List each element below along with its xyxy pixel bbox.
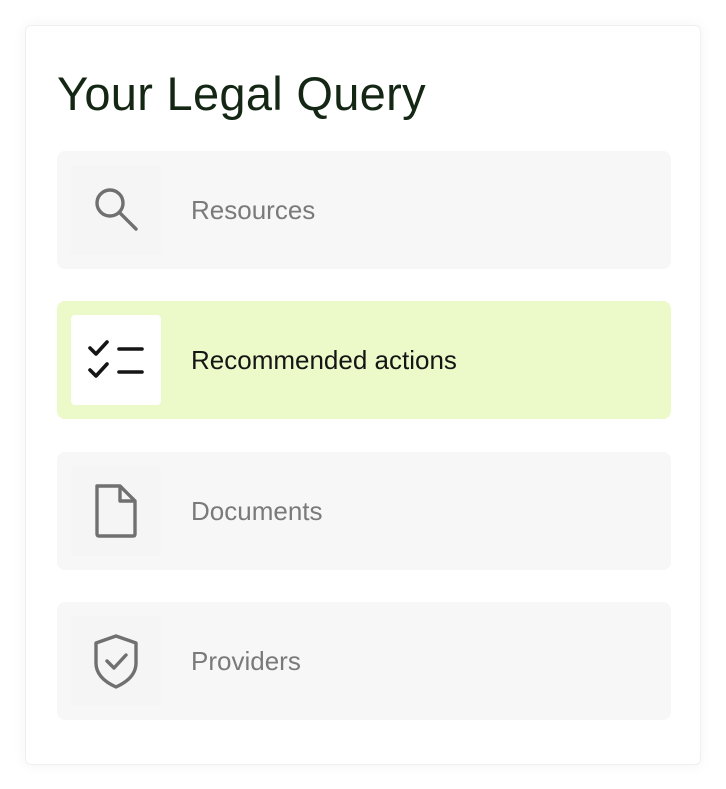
panel-title: Your Legal Query bbox=[57, 67, 426, 120]
search-icon bbox=[89, 183, 143, 237]
menu-item-label: Recommended actions bbox=[191, 344, 457, 375]
menu-item-label: Providers bbox=[191, 645, 301, 676]
icon-tile bbox=[71, 165, 161, 255]
icon-tile bbox=[71, 315, 161, 405]
icon-tile bbox=[71, 616, 161, 706]
menu-item-providers[interactable]: Providers bbox=[57, 602, 671, 720]
menu-item-label: Resources bbox=[191, 194, 316, 225]
legal-query-panel: Your Legal Query Resources Recommended a… bbox=[25, 25, 701, 765]
shield-check-icon bbox=[91, 632, 141, 690]
menu-item-resources[interactable]: Resources bbox=[57, 151, 671, 269]
menu-item-recommended-actions[interactable]: Recommended actions bbox=[57, 301, 671, 419]
checklist-icon bbox=[86, 338, 146, 382]
document-icon bbox=[92, 482, 140, 540]
icon-tile bbox=[71, 466, 161, 556]
menu-item-label: Documents bbox=[191, 495, 323, 526]
menu-item-documents[interactable]: Documents bbox=[57, 452, 671, 570]
